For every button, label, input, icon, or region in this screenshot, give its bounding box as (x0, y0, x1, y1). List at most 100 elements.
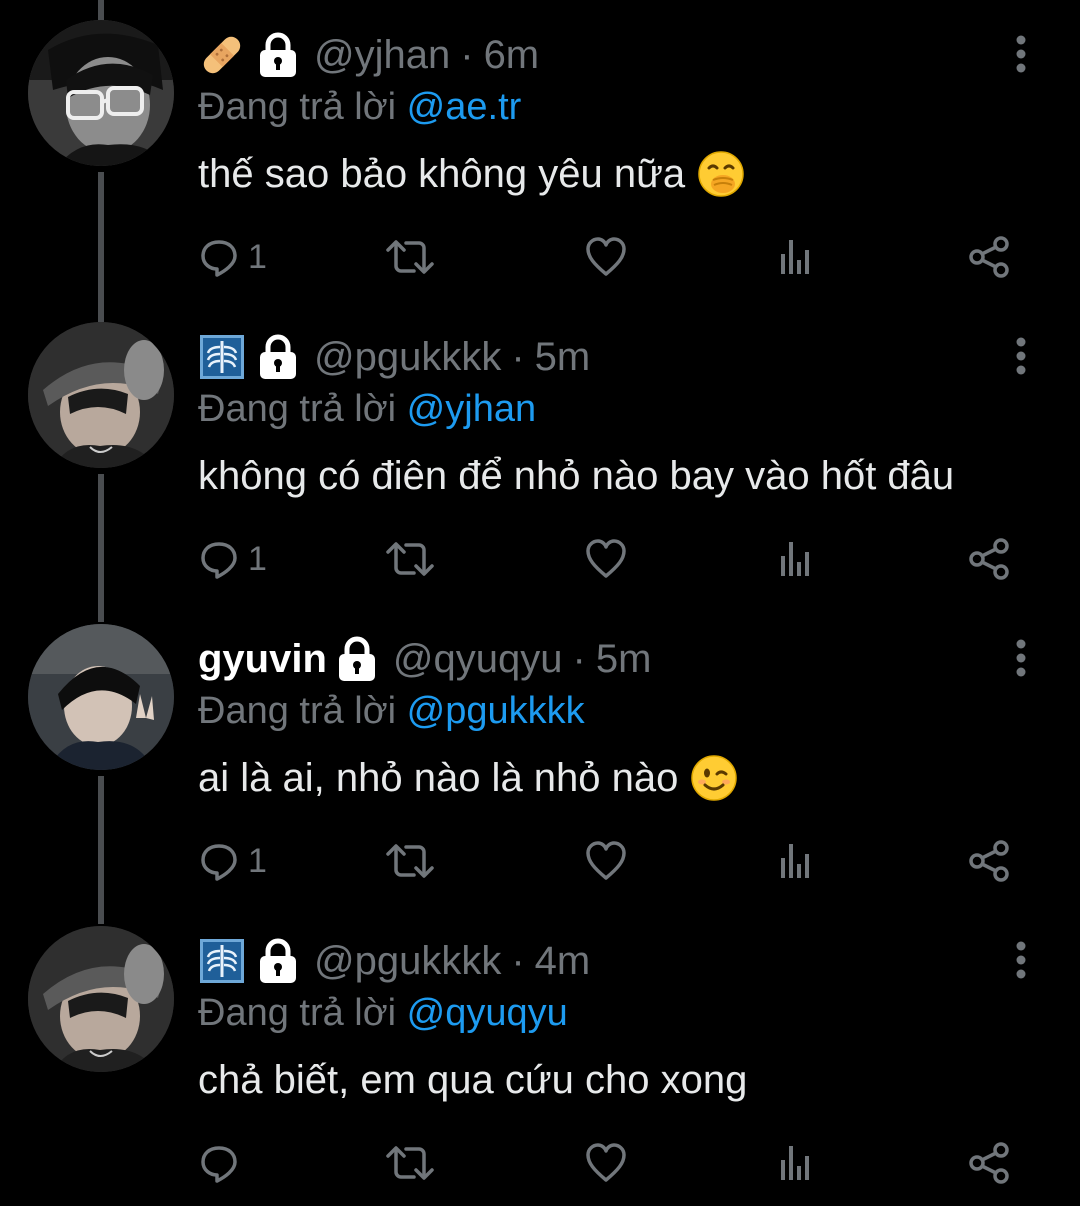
views-button[interactable] (776, 534, 816, 584)
tweet-text: chả biết, em qua cứu cho xong (198, 1054, 747, 1106)
lock-icon (256, 31, 300, 79)
xray-icon (198, 333, 246, 381)
replying-to: Đang trả lời @pgukkkk (198, 686, 585, 736)
tweet-text: thế sao bảo không yêu nữa (198, 148, 745, 200)
views-icon (781, 542, 809, 576)
separator-dot: · (572, 637, 586, 681)
reply-count: 1 (248, 841, 267, 880)
retweet-icon (386, 1146, 434, 1180)
reply-icon (201, 240, 237, 277)
lock-icon (256, 937, 300, 985)
tweet-text: ai là ai, nhỏ nào là nhỏ nào (198, 752, 738, 804)
share-button[interactable] (968, 534, 1012, 584)
tweet[interactable]: @pgukkkk · 4m Đang trả lời @qyuqyu chả b… (0, 906, 1080, 1206)
reply-icon (201, 1146, 237, 1183)
timestamp[interactable]: 4m (535, 936, 591, 986)
reply-icon (201, 844, 237, 881)
separator-dot: · (460, 33, 474, 77)
reply-button[interactable]: 1 (198, 534, 267, 584)
tweet[interactable]: @yjhan · 6m Đang trả lời @ae.tr thế sao … (0, 0, 1080, 300)
retweet-button[interactable] (384, 836, 436, 886)
retweet-button[interactable] (384, 1138, 436, 1188)
heart-icon (586, 539, 626, 578)
user-handle[interactable]: @yjhan (314, 30, 450, 80)
share-button[interactable] (968, 232, 1012, 282)
separator-dot: · (511, 939, 525, 983)
reply-icon (201, 542, 237, 579)
tweet-text-content: ai là ai, nhỏ nào là nhỏ nào (198, 756, 679, 800)
share-button[interactable] (968, 1138, 1012, 1188)
winking-face-icon (690, 754, 738, 802)
share-icon (969, 236, 1009, 278)
tweet-header: @yjhan · 6m (198, 30, 539, 80)
retweet-icon (386, 844, 434, 878)
avatar[interactable] (28, 20, 174, 166)
reply-button[interactable] (198, 1138, 248, 1188)
replying-to: Đang trả lời @ae.tr (198, 82, 521, 132)
tweet-text-content: không có điên để nhỏ nào bay vào hốt đâu (198, 454, 955, 498)
views-button[interactable] (776, 232, 816, 282)
tweet-text-content: thế sao bảo không yêu nữa (198, 152, 686, 196)
reply-count: 1 (248, 237, 267, 276)
more-options-icon[interactable] (1006, 638, 1036, 678)
separator-dot: · (511, 335, 525, 379)
reply-button[interactable]: 1 (198, 836, 267, 886)
user-handle[interactable]: @pgukkkk (314, 936, 501, 986)
like-button[interactable] (584, 836, 628, 886)
heart-icon (586, 841, 626, 880)
share-icon (969, 538, 1009, 580)
tweet-header: @pgukkkk · 5m (198, 332, 590, 382)
views-button[interactable] (776, 1138, 816, 1188)
share-icon (969, 840, 1009, 882)
tweet-header: gyuvin @qyuqyu · 5m (198, 634, 651, 684)
tweet-actions: 1 (198, 534, 1018, 584)
more-options-icon[interactable] (1006, 34, 1036, 74)
tweet-actions: 1 (198, 836, 1018, 886)
reply-mention-link[interactable]: @yjhan (407, 388, 536, 430)
replying-to-label: Đang trả lời (198, 992, 397, 1034)
user-handle[interactable]: @pgukkkk (314, 332, 501, 382)
user-handle[interactable]: @qyuqyu (393, 634, 563, 684)
avatar[interactable] (28, 624, 174, 770)
like-button[interactable] (584, 232, 628, 282)
views-button[interactable] (776, 836, 816, 886)
timestamp[interactable]: 5m (535, 332, 591, 382)
reply-mention-link[interactable]: @ae.tr (407, 86, 522, 128)
timestamp[interactable]: 5m (596, 634, 652, 684)
retweet-icon (386, 542, 434, 576)
replying-to-label: Đang trả lời (198, 86, 397, 128)
display-name[interactable]: gyuvin (198, 634, 327, 684)
heart-icon (586, 1143, 626, 1182)
retweet-button[interactable] (384, 232, 436, 282)
tweet-text: không có điên để nhỏ nào bay vào hốt đâu (198, 450, 954, 502)
reply-mention-link[interactable]: @qyuqyu (407, 992, 568, 1034)
replying-to-label: Đang trả lời (198, 690, 397, 732)
avatar[interactable] (28, 322, 174, 468)
reply-mention-link[interactable]: @pgukkkk (407, 690, 585, 732)
retweet-button[interactable] (384, 534, 436, 584)
tweet-text-content: chả biết, em qua cứu cho xong (198, 1058, 748, 1102)
lock-icon (256, 333, 300, 381)
avatar[interactable] (28, 926, 174, 1072)
more-options-icon[interactable] (1006, 940, 1036, 980)
tweet-actions (198, 1138, 1018, 1188)
tweet-header: @pgukkkk · 4m (198, 936, 590, 986)
tweet-actions: 1 (198, 232, 1018, 282)
share-button[interactable] (968, 836, 1012, 886)
retweet-icon (386, 240, 434, 274)
more-options-icon[interactable] (1006, 336, 1036, 376)
reply-button[interactable]: 1 (198, 232, 267, 282)
like-button[interactable] (584, 534, 628, 584)
replying-to-label: Đang trả lời (198, 388, 397, 430)
face-with-hand-over-mouth-icon (697, 150, 745, 198)
tweet[interactable]: gyuvin @qyuqyu · 5m Đang trả lời @pgukkk… (0, 604, 1080, 904)
bandage-icon (198, 31, 246, 79)
views-icon (781, 240, 809, 274)
share-icon (969, 1142, 1009, 1184)
tweet[interactable]: @pgukkkk · 5m Đang trả lời @yjhan không … (0, 302, 1080, 602)
timestamp[interactable]: 6m (484, 30, 540, 80)
like-button[interactable] (584, 1138, 628, 1188)
replying-to: Đang trả lời @yjhan (198, 384, 536, 434)
heart-icon (586, 237, 626, 276)
reply-count: 1 (248, 539, 267, 578)
